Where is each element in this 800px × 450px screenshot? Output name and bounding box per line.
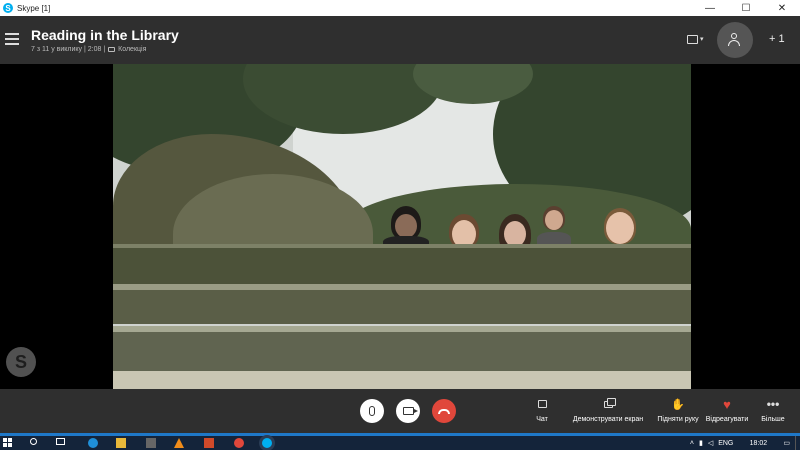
mute-button[interactable] — [360, 399, 384, 423]
vlc-icon[interactable] — [174, 438, 184, 448]
gallery-icon — [108, 47, 116, 52]
system-tray: ˄ ▮ ◁ ENG 18:02 ▭ — [690, 436, 800, 450]
add-person-icon — [728, 33, 742, 47]
skype-watermark-icon: S — [6, 347, 36, 377]
maximize-button[interactable]: ☐ — [728, 0, 764, 16]
raise-hand-button[interactable]: ✋ Підняти руку — [655, 397, 701, 424]
together-mode-scene — [113, 64, 691, 389]
camera-icon — [402, 407, 418, 415]
scene-step-edge — [113, 284, 691, 290]
window-titlebar: S Skype [1] — ☐ ✕ — [0, 0, 800, 16]
window-title: Skype [1] — [17, 3, 51, 13]
hand-icon: ✋ — [671, 398, 685, 411]
chevron-down-icon: ▾ — [700, 36, 704, 43]
call-title: Reading in the Library — [31, 27, 179, 43]
more-icon: ••• — [766, 397, 780, 411]
call-participants-duration: 7 з 11 у виклику | 2:08 | — [31, 46, 106, 53]
call-status: 7 з 11 у виклику | 2:08 | Колекція — [31, 46, 146, 53]
layout-switch-button[interactable]: ▾ — [687, 32, 709, 46]
share-screen-button[interactable]: Демонструвати екран — [570, 397, 646, 423]
more-button[interactable]: ••• Більше — [758, 397, 788, 423]
window-controls: — ☐ ✕ — [692, 0, 800, 16]
scene-step — [113, 244, 691, 284]
clock[interactable]: 18:02 — [738, 440, 778, 447]
chat-label: Чат — [536, 416, 548, 423]
participants-count-button[interactable]: + 1 — [769, 33, 785, 45]
hang-up-button[interactable] — [432, 399, 456, 423]
chevron-up-icon[interactable]: ˄ — [690, 440, 694, 447]
video-toggle-button[interactable] — [396, 399, 420, 423]
edge-icon[interactable] — [88, 438, 98, 448]
minimize-button[interactable]: — — [692, 0, 728, 16]
show-desktop-button[interactable] — [795, 436, 800, 450]
more-label: Більше — [761, 416, 785, 423]
start-button[interactable] — [3, 438, 13, 448]
layout-icon — [687, 34, 698, 44]
skype-taskbar-icon[interactable] — [262, 438, 272, 448]
language-indicator[interactable]: ENG — [718, 440, 733, 447]
task-view-icon[interactable] — [56, 438, 66, 448]
participant-video[interactable] — [537, 204, 571, 248]
skype-window: S Skype [1] — ☐ ✕ Reading in the Library… — [0, 0, 800, 450]
file-explorer-icon[interactable] — [116, 438, 126, 448]
scene-step — [113, 326, 691, 371]
call-controls: Чат Демонструвати екран ✋ Підняти руку ♥… — [0, 389, 800, 433]
search-icon[interactable] — [30, 438, 40, 448]
react-label: Відреагувати — [705, 416, 749, 423]
heart-icon: ♥ — [723, 396, 731, 412]
windows-taskbar: ˄ ▮ ◁ ENG 18:02 ▭ — [0, 433, 800, 450]
scene-step — [113, 284, 691, 324]
add-participant-button[interactable] — [717, 22, 753, 58]
taskbar-app-icon[interactable] — [146, 438, 156, 448]
windows-logo-icon — [3, 438, 12, 447]
gallery-link[interactable]: Колекція — [118, 46, 146, 53]
scene-step-edge — [113, 326, 691, 332]
chrome-icon[interactable] — [234, 438, 244, 448]
share-screen-icon — [603, 397, 616, 408]
chat-icon — [537, 400, 547, 408]
powerpoint-icon[interactable] — [204, 438, 214, 448]
participant-video[interactable] — [381, 204, 431, 250]
video-stage: S — [0, 64, 800, 389]
microphone-icon — [369, 406, 375, 416]
volume-icon[interactable]: ◁ — [708, 439, 713, 447]
network-icon[interactable]: ▮ — [699, 439, 703, 447]
share-screen-label: Демонструвати екран — [572, 416, 644, 423]
close-button[interactable]: ✕ — [764, 0, 800, 16]
call-header: Reading in the Library 7 з 11 у виклику … — [0, 16, 800, 64]
raise-hand-label: Підняти руку — [657, 416, 699, 423]
react-button[interactable]: ♥ Відреагувати — [704, 396, 750, 424]
notification-icon[interactable]: ▭ — [783, 439, 790, 447]
chat-button[interactable]: Чат — [530, 397, 554, 423]
scene-step-edge — [113, 244, 691, 248]
skype-logo-icon: S — [3, 3, 13, 13]
phone-hangup-icon — [438, 408, 450, 414]
menu-icon[interactable] — [5, 33, 19, 45]
scene-step — [113, 371, 691, 389]
